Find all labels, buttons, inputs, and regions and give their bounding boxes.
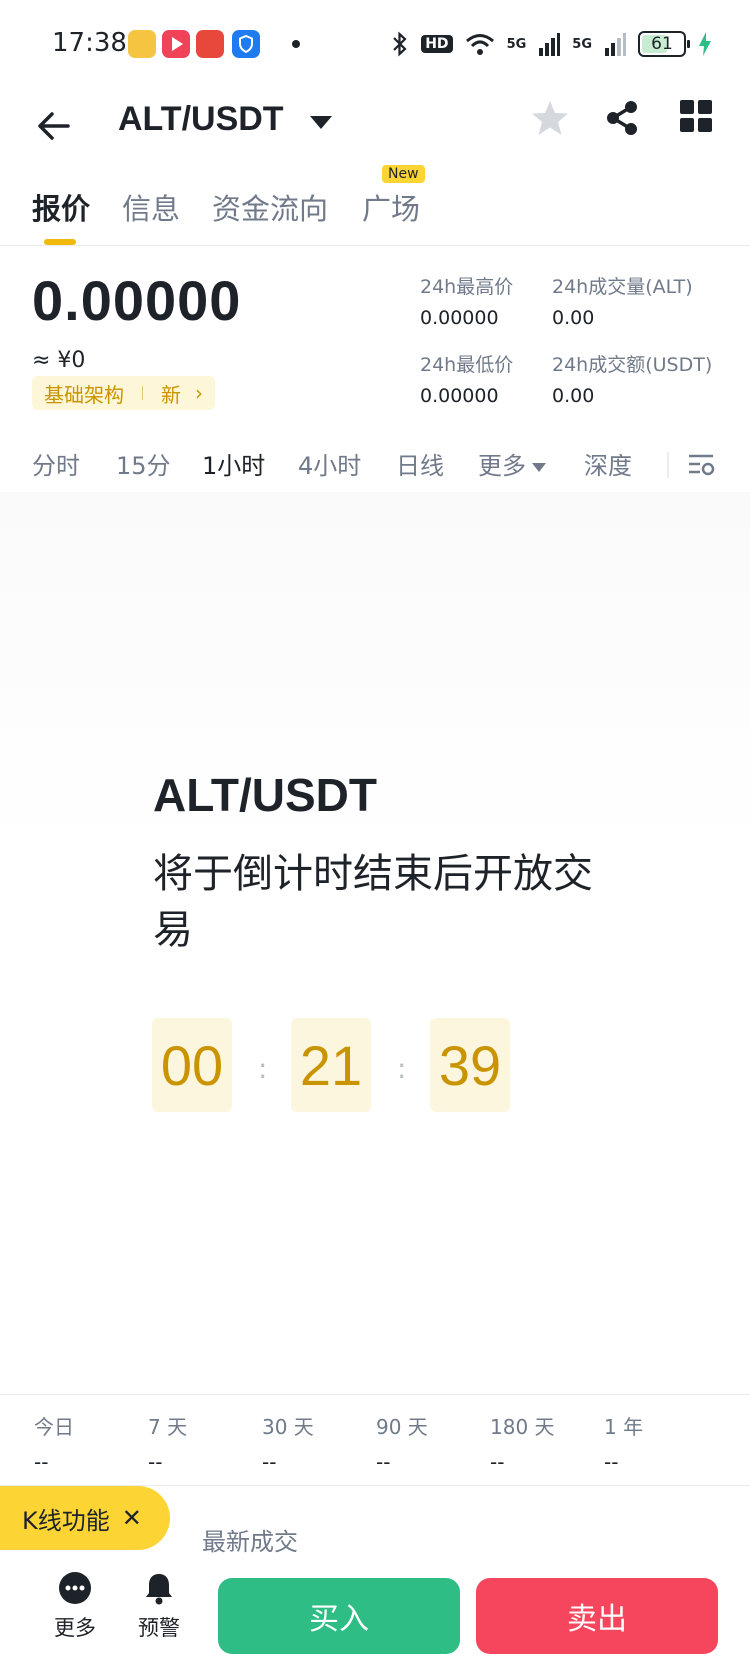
pair-selector[interactable]: ALT/USDT [118,100,284,139]
price-cny: ≈ ¥0 [32,348,86,373]
security-app-icon [232,30,260,58]
status-bar: 17:38 HD 5G 5G 61 [0,0,750,90]
new-badge: New [382,165,425,183]
chevron-right-icon: › [195,381,203,405]
back-arrow-icon[interactable] [34,106,74,146]
interval-daily[interactable]: 日线 [396,446,444,481]
video-app-icon [162,30,190,58]
app-notification-icon [128,30,156,58]
period-90d: 90 天 -- [376,1415,428,1474]
close-icon[interactable]: ✕ [122,1504,142,1532]
hd-badge: HD [421,35,453,53]
interval-1h[interactable]: 1小时 [202,446,265,481]
tab-quote[interactable]: 报价 [32,186,90,228]
tab-bar: 报价 信息 资金流向 广场 [0,170,750,246]
category-tag[interactable]: 基础架构 新 › [32,376,215,410]
more-chat-icon [59,1572,91,1604]
countdown-separator: : [258,1052,268,1085]
signal-5g-label-2: 5G [572,36,592,52]
period-180d: 180 天 -- [490,1415,555,1474]
depth-tab[interactable]: 深度 [584,446,632,481]
period-30d: 30 天 -- [262,1415,314,1474]
stat-24h-turnover: 24h成交额(USDT) 0.00 [552,354,713,407]
countdown-hours: 00 [152,1018,232,1112]
countdown-minutes: 21 [291,1018,371,1112]
signal-bars-icon [539,33,561,56]
status-time: 17:38 [52,28,127,58]
interval-15m[interactable]: 15分 [116,446,171,481]
period-7d: 7 天 -- [148,1415,188,1474]
buy-button[interactable]: 买入 [218,1578,460,1654]
more-button[interactable]: 更多 [40,1570,110,1642]
header: ALT/USDT [0,90,750,170]
signal-bars-weak-icon [605,33,626,56]
shopping-app-icon [196,30,224,58]
countdown-message: 将于倒计时结束后开放交易 [153,851,593,953]
stat-24h-low: 24h最低价 0.00000 [420,354,514,407]
period-1y: 1 年 -- [604,1415,644,1474]
period-performance: 今日 -- 7 天 -- 30 天 -- 90 天 -- 180 天 -- 1 年 -- [0,1394,750,1486]
active-tab-indicator [44,239,76,245]
countdown-separator: : [397,1052,407,1085]
notification-dot [292,40,300,48]
interval-bar: 分时 15分 1小时 4小时 日线 更多 深度 [0,440,750,490]
tab-fund-flow[interactable]: 资金流向 [212,186,328,228]
stat-24h-volume: 24h成交量(ALT) 0.00 [552,276,693,329]
grid-menu-icon[interactable] [680,100,712,132]
signal-5g-label-1: 5G [506,36,527,52]
bottom-action-bar: 更多 预警 买入 卖出 [0,1570,750,1676]
sell-button[interactable]: 卖出 [476,1578,718,1654]
new-label: 新 [161,382,181,407]
more-caret-icon [532,462,546,472]
share-icon[interactable] [602,98,642,138]
system-icons: HD 5G 5G 61 [391,28,712,60]
charging-icon [699,32,711,56]
countdown-seconds: 39 [430,1018,510,1112]
interval-more[interactable]: 更多 [478,446,546,481]
battery-indicator: 61 [638,31,690,57]
period-today: 今日 -- [34,1415,74,1474]
bell-icon [146,1574,172,1605]
bluetooth-icon [393,31,407,57]
tab-info[interactable]: 信息 [122,186,180,228]
pair-dropdown-caret-icon[interactable] [310,116,332,129]
alert-button[interactable]: 预警 [124,1570,194,1642]
divider [667,452,669,478]
kline-label: K线功能 [22,1506,110,1535]
chart-settings-icon[interactable] [686,450,716,480]
latest-trades-tab[interactable]: 最新成交 [202,1522,298,1557]
favorite-star-icon[interactable] [530,98,570,138]
interval-4h[interactable]: 4小时 [298,446,361,481]
stat-24h-high: 24h最高价 0.00000 [420,276,514,329]
interval-timeline[interactable]: 分时 [32,446,80,481]
kline-features-pill[interactable]: K线功能 ✕ [0,1486,170,1550]
countdown-pair: ALT/USDT [153,769,378,821]
last-price: 0.00000 [32,269,242,332]
category-label: 基础架构 [44,382,124,407]
wifi-icon [465,34,494,55]
tab-square[interactable]: 广场 [362,186,420,228]
